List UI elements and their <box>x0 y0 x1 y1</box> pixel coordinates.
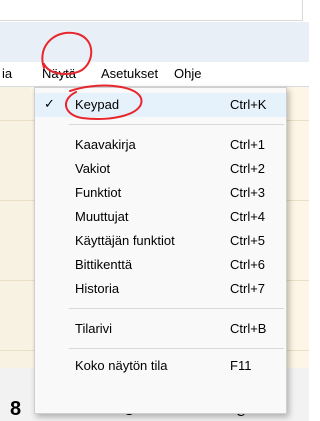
left-column <box>0 87 30 369</box>
menu-item-status-bar[interactable]: Tilarivi Ctrl+B <box>35 317 286 341</box>
menu-item-label: Koko näytön tila <box>75 358 168 373</box>
menu-help[interactable]: Ohje <box>174 66 201 81</box>
menu-item-label: Tilarivi <box>75 321 113 336</box>
menu-item-shortcut: Ctrl+7 <box>230 281 266 296</box>
top-strip <box>0 0 309 22</box>
menu-item-bitfield[interactable]: Bittikenttä Ctrl+6 <box>35 253 286 277</box>
menu-item-label: Vakiot <box>75 161 111 176</box>
view-menu-dropdown: ✓ Keypad Ctrl+K Kaavakirja Ctrl+1 Vakiot… <box>34 87 287 414</box>
menu-item-shortcut: F11 <box>230 358 252 373</box>
menu-item-label: Historia <box>75 281 120 296</box>
checkmark-icon: ✓ <box>44 96 55 111</box>
menu-item-shortcut: Ctrl+1 <box>230 137 266 152</box>
menu-item-formula-book[interactable]: Kaavakirja Ctrl+1 <box>35 133 286 157</box>
menu-item-label: Funktiot <box>75 185 122 200</box>
title-band <box>0 22 309 62</box>
menu-truncated[interactable]: ia <box>2 66 12 81</box>
menu-item-label: Bittikenttä <box>75 257 133 272</box>
menu-separator <box>69 124 284 125</box>
menu-separator <box>69 348 284 349</box>
menu-item-label: Muuttujat <box>75 209 129 224</box>
key-8[interactable]: 8 <box>10 398 21 421</box>
menu-item-user-functions[interactable]: Käyttäjän funktiot Ctrl+5 <box>35 229 286 253</box>
menu-item-shortcut: Ctrl+K <box>230 97 267 112</box>
menu-item-label: Keypad <box>75 97 120 112</box>
menu-item-shortcut: Ctrl+2 <box>230 161 266 176</box>
menu-separator <box>69 308 284 309</box>
menu-item-shortcut: Ctrl+5 <box>230 233 266 248</box>
menubar: ia Näytä Asetukset Ohje <box>0 62 309 87</box>
menu-item-shortcut: Ctrl+4 <box>230 209 266 224</box>
menu-item-shortcut: Ctrl+B <box>230 321 267 336</box>
menu-item-fullscreen[interactable]: Koko näytön tila F11 <box>35 354 286 378</box>
menu-item-label: Käyttäjän funktiot <box>75 233 175 248</box>
menu-item-functions[interactable]: Funktiot Ctrl+3 <box>35 181 286 205</box>
menu-view[interactable]: Näytä <box>42 66 76 81</box>
menu-item-variables[interactable]: Muuttujat Ctrl+4 <box>35 205 286 229</box>
expression-input[interactable] <box>0 0 303 21</box>
menu-item-shortcut: Ctrl+6 <box>230 257 266 272</box>
menu-item-history[interactable]: Historia Ctrl+7 <box>35 277 286 301</box>
menu-item-label: Kaavakirja <box>75 137 136 152</box>
menu-settings[interactable]: Asetukset <box>101 66 158 81</box>
menu-item-shortcut: Ctrl+3 <box>230 185 266 200</box>
menu-item-constants[interactable]: Vakiot Ctrl+2 <box>35 157 286 181</box>
menu-item-keypad[interactable]: ✓ Keypad Ctrl+K <box>35 93 286 117</box>
